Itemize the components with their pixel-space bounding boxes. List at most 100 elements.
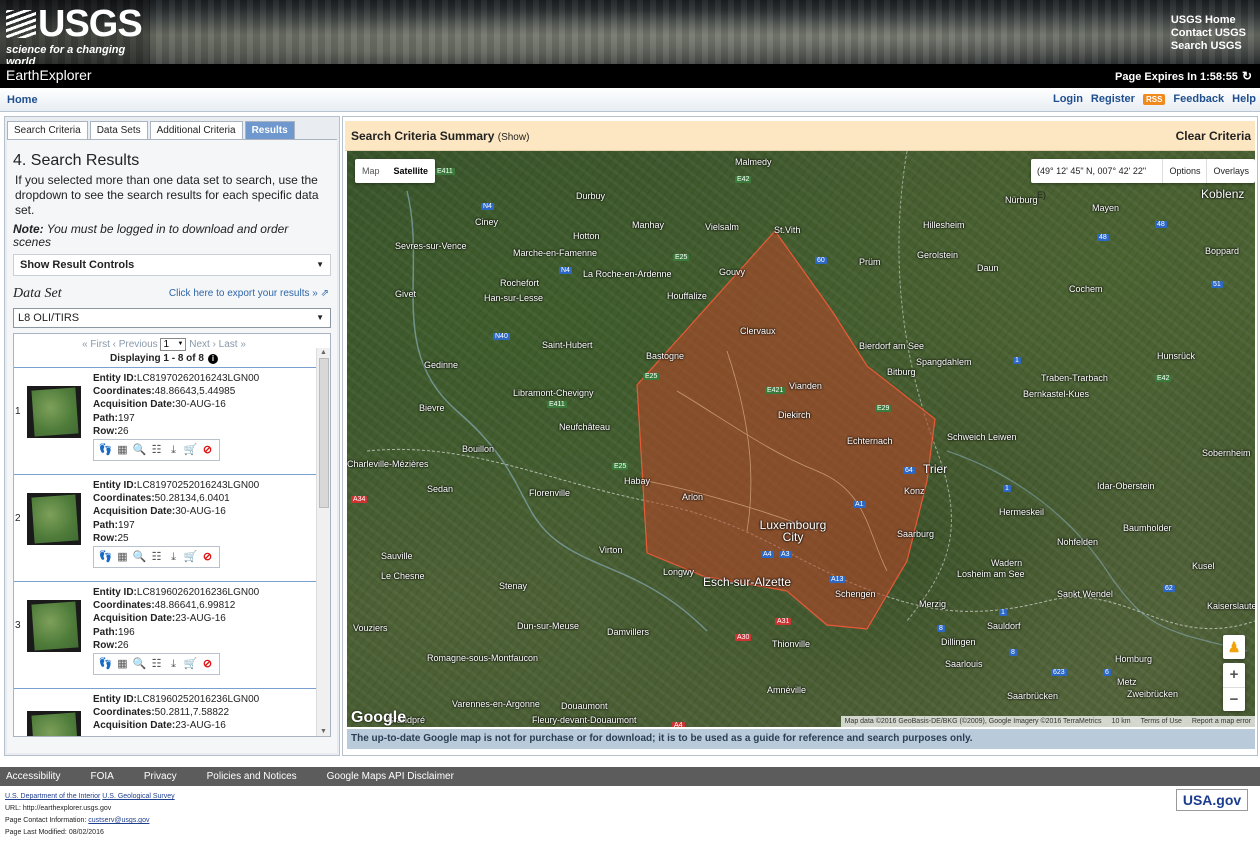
home-link[interactable]: Home — [7, 94, 38, 106]
compare-icon[interactable]: 🔍 — [132, 443, 147, 458]
place-label: Prüm — [859, 257, 881, 267]
exclude-icon[interactable]: ⊘ — [200, 550, 215, 565]
clear-criteria-button[interactable]: Clear Criteria — [1176, 129, 1251, 143]
place-label: Ciney — [475, 217, 499, 227]
rss-icon[interactable]: RSS — [1142, 93, 1166, 105]
tab-additional-criteria[interactable]: Additional Criteria — [149, 121, 243, 139]
place-label: Nürburg — [1005, 195, 1038, 205]
place-label: Wadern — [991, 558, 1023, 568]
map-type-map[interactable]: Map — [355, 159, 387, 183]
info-icon[interactable]: i — [207, 354, 218, 364]
tab-results[interactable]: Results — [244, 121, 295, 139]
register-link[interactable]: Register — [1091, 93, 1135, 105]
place-label: Douaumont — [561, 701, 608, 711]
overlay-icon[interactable]: ▦ — [115, 657, 130, 672]
results-scrollbar[interactable]: ▲ ▼ — [316, 348, 330, 736]
road-shield: 51 — [1211, 281, 1223, 288]
dataset-select[interactable]: L8 OLI/TIRS ▼ — [13, 308, 331, 328]
overlay-icon[interactable]: ▦ — [115, 443, 130, 458]
result-thumbnail[interactable] — [27, 711, 81, 736]
usgs-logo-text: USGS — [38, 3, 143, 45]
last-page-link[interactable]: Last » — [219, 339, 246, 350]
download-icon[interactable]: ⤓ — [166, 657, 181, 672]
road-shield: 64 — [903, 467, 915, 474]
map-overlays-button[interactable]: Overlays — [1206, 159, 1255, 183]
row-value: 26 — [117, 639, 129, 651]
page-select[interactable]: 1 ▼ — [160, 338, 187, 351]
overlay-icon[interactable]: ▦ — [115, 550, 130, 565]
previous-page-link[interactable]: ‹ Previous — [113, 339, 158, 350]
footer-google-disclaimer-link[interactable]: Google Maps API Disclaimer — [327, 771, 454, 782]
refresh-icon[interactable]: ↻ — [1242, 69, 1252, 83]
metadata-icon[interactable]: ☷ — [149, 443, 164, 458]
rss-label: RSS — [1145, 94, 1163, 104]
chevron-down-icon: ▼ — [177, 341, 184, 347]
note-label: Note: — [13, 222, 44, 236]
scroll-up-icon[interactable]: ▲ — [320, 349, 327, 356]
footprint-icon[interactable]: 👣 — [98, 550, 113, 565]
compare-icon[interactable]: 🔍 — [132, 657, 147, 672]
terms-of-use-link[interactable]: Terms of Use — [1141, 716, 1182, 727]
scroll-down-icon[interactable]: ▼ — [320, 728, 327, 735]
acquisition-date-line: Acquisition Date:23-AUG-16 — [93, 612, 259, 625]
place-label: Kusel — [1192, 561, 1215, 571]
metadata-icon[interactable]: ☷ — [149, 550, 164, 565]
help-link[interactable]: Help — [1232, 93, 1256, 105]
download-icon[interactable]: ⤓ — [166, 550, 181, 565]
tab-search-criteria[interactable]: Search Criteria — [7, 121, 88, 139]
usgs-link[interactable]: U.S. Geological Survey — [102, 793, 174, 800]
login-link[interactable]: Login — [1053, 93, 1083, 105]
logo-area[interactable]: USGS science for a changing world — [0, 0, 150, 64]
usgs-wave-icon — [6, 10, 36, 38]
place-label: Givet — [395, 289, 417, 299]
cart-icon[interactable]: 🛒 — [183, 657, 198, 672]
show-result-controls-button[interactable]: Show Result Controls ▼ — [13, 254, 331, 276]
summary-show-link[interactable]: (Show) — [498, 132, 530, 143]
feedback-link[interactable]: Feedback — [1173, 93, 1224, 105]
result-thumbnail[interactable] — [27, 386, 81, 438]
footprint-icon[interactable]: 👣 — [98, 443, 113, 458]
acquisition-date-line: Acquisition Date:23-AUG-16 — [93, 719, 259, 732]
export-results-link[interactable]: Click here to export your results » ⇗ — [169, 288, 329, 299]
doi-link[interactable]: U.S. Department of the Interior — [5, 793, 100, 800]
tab-data-sets[interactable]: Data Sets — [89, 121, 148, 139]
exclude-icon[interactable]: ⊘ — [200, 657, 215, 672]
usgs-logo[interactable]: USGS — [6, 3, 143, 45]
place-label: Homburg — [1115, 654, 1153, 664]
footer-url: URL: http://earthexplorer.usgs.gov — [5, 805, 112, 812]
contact-usgs-link[interactable]: Contact USGS — [1171, 27, 1246, 40]
road-shield: E25 — [612, 463, 629, 470]
footprint-icon[interactable]: 👣 — [98, 657, 113, 672]
satellite-map[interactable]: Malmedy Durbuy Ciney Manhay Vielsalm St.… — [347, 151, 1255, 727]
compare-icon[interactable]: 🔍 — [132, 550, 147, 565]
metadata-icon[interactable]: ☷ — [149, 657, 164, 672]
zoom-in-button[interactable]: + — [1223, 663, 1245, 687]
street-view-pegman-icon[interactable]: ♟ — [1223, 635, 1245, 659]
map-options-button[interactable]: Options — [1162, 159, 1206, 183]
search-usgs-link[interactable]: Search USGS — [1171, 40, 1246, 53]
zoom-out-button[interactable]: − — [1223, 687, 1245, 711]
footer-policies-link[interactable]: Policies and Notices — [207, 771, 297, 782]
contact-email-link[interactable]: custserv@usgs.gov — [88, 817, 149, 824]
footer-foia-link[interactable]: FOIA — [90, 771, 113, 782]
report-map-error-link[interactable]: Report a map error — [1192, 716, 1251, 727]
usagov-logo-text: USA.gov — [1182, 792, 1242, 808]
cart-icon[interactable]: 🛒 — [183, 550, 198, 565]
result-thumbnail[interactable] — [27, 600, 81, 652]
entity-id: LC81970252016243LGN00 — [136, 480, 260, 491]
next-page-link[interactable]: Next › — [189, 339, 216, 350]
result-thumbnail[interactable] — [27, 493, 81, 545]
cart-icon[interactable]: 🛒 — [183, 443, 198, 458]
exclude-icon[interactable]: ⊘ — [200, 443, 215, 458]
road-shield: A3 — [779, 551, 792, 558]
result-metadata: Entity ID:LC81960262016236LGN00 Coordina… — [93, 586, 259, 652]
usagov-logo[interactable]: USA.gov — [1176, 789, 1248, 811]
acquisition-date: 30-AUG-16 — [175, 506, 226, 518]
download-icon[interactable]: ⤓ — [166, 443, 181, 458]
scrollbar-thumb[interactable] — [319, 358, 329, 508]
footer-privacy-link[interactable]: Privacy — [144, 771, 177, 782]
usgs-home-link[interactable]: USGS Home — [1171, 14, 1246, 27]
footer-accessibility-link[interactable]: Accessibility — [6, 771, 60, 782]
map-type-satellite[interactable]: Satellite — [387, 159, 436, 183]
first-page-link[interactable]: « First — [82, 339, 110, 350]
